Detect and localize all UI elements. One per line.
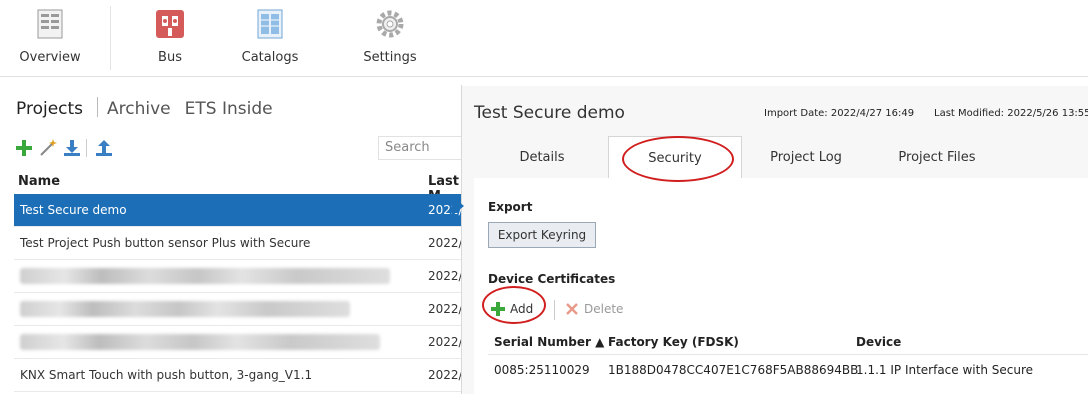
tab-projects[interactable]: Projects (16, 99, 83, 119)
tab-separator (97, 97, 99, 117)
device-certificates-title: Device Certificates (488, 272, 616, 286)
panel-divider (0, 76, 1088, 77)
project-date: 2022/ (428, 236, 463, 250)
project-name: Test Project Push button sensor Plus wit… (20, 236, 311, 250)
toolbar-divider (110, 6, 111, 70)
projects-tabs: Projects Archive ETS Inside (16, 97, 287, 119)
certificate-device[interactable]: 1.1.1 IP Interface with Secure (856, 363, 1033, 377)
toolbar-settings-label: Settings (363, 50, 417, 65)
security-tab-content: Export Export Keyring Device Certificate… (474, 178, 1088, 394)
last-modified-value: 2022/5/26 13:55 (1007, 108, 1088, 119)
export-icon[interactable] (94, 138, 114, 158)
import-icon[interactable] (62, 138, 82, 158)
project-name: Test Secure demo (20, 203, 127, 217)
project-date: 2022/ (428, 269, 463, 283)
toolbar-separator (554, 300, 555, 320)
project-details-panel: Test Secure demo Import Date: 2022/4/27 … (462, 86, 1088, 394)
settings-gear-icon (376, 10, 404, 38)
project-row[interactable]: 2022/ (14, 326, 463, 359)
annotation-circle-security (622, 136, 734, 182)
project-row[interactable]: Test Secure demo 2022/ (14, 194, 463, 227)
overview-icon (37, 9, 63, 39)
column-header-device[interactable]: Device (856, 335, 901, 349)
bus-icon (156, 10, 184, 38)
details-tabs: Details Security Project Log Project Fil… (462, 136, 1088, 178)
certificate-serial[interactable]: 0085:25110029 (494, 363, 590, 377)
tab-archive[interactable]: Archive (107, 99, 171, 119)
column-header-serial-number[interactable]: Serial Number ▲ (494, 335, 604, 349)
toolbar-overview-label: Overview (19, 50, 81, 65)
main-toolbar: Overview Bus Catalogs Settings (0, 0, 1088, 76)
add-project-icon[interactable] (14, 138, 34, 158)
catalogs-icon (257, 9, 283, 39)
toolbar-bus-label: Bus (158, 50, 182, 65)
projects-list: Test Secure demo 2022/ Test Project Push… (14, 194, 463, 392)
project-date: 2022/ (428, 335, 463, 349)
column-header-name[interactable]: Name (18, 174, 60, 189)
last-modified-label: Last Modified: (934, 108, 1005, 119)
wizard-icon[interactable] (38, 138, 58, 158)
tab-ets-inside[interactable]: ETS Inside (185, 99, 273, 119)
delete-icon (566, 303, 578, 315)
search-input[interactable]: Search (378, 136, 468, 160)
project-row[interactable]: 2022/ (14, 260, 463, 293)
ets-window: Overview Bus Catalogs Settings Projects … (0, 0, 1088, 394)
project-date: 2022/ (428, 302, 463, 316)
export-keyring-button[interactable]: Export Keyring (488, 222, 596, 248)
toolbar-catalogs-button[interactable]: Catalogs (230, 0, 310, 76)
project-title: Test Secure demo (474, 103, 625, 123)
import-date-value: 2022/4/27 16:49 (830, 108, 915, 119)
table-header-divider (488, 354, 1088, 355)
toolbar-settings-button[interactable]: Settings (350, 0, 430, 76)
delete-label: Delete (584, 302, 624, 316)
annotation-circle-add (482, 286, 546, 324)
project-row[interactable]: Test Project Push button sensor Plus wit… (14, 227, 463, 260)
redacted-project-name (20, 301, 350, 317)
selection-pointer-icon (452, 196, 464, 216)
tab-project-files[interactable]: Project Files (872, 136, 1002, 178)
toolbar-bus-button[interactable]: Bus (130, 0, 210, 76)
certificate-fdsk[interactable]: 1B188D0478CC407E1C768F5AB88694BB (608, 363, 858, 377)
project-row[interactable]: 2022/ (14, 293, 463, 326)
redacted-project-name (20, 334, 380, 350)
project-date: 2022/ (428, 368, 463, 382)
project-row[interactable]: KNX Smart Touch with push button, 3-gang… (14, 359, 463, 392)
action-separator (86, 139, 87, 157)
last-modified: Last Modified: 2022/5/26 13:55 (934, 108, 1088, 119)
project-name: KNX Smart Touch with push button, 3-gang… (20, 368, 313, 382)
tab-project-log[interactable]: Project Log (746, 136, 866, 178)
redacted-project-name (20, 268, 390, 284)
tab-details[interactable]: Details (482, 136, 602, 178)
toolbar-catalogs-label: Catalogs (241, 50, 299, 65)
export-section-title: Export (488, 200, 533, 214)
import-date-label: Import Date: (764, 108, 828, 119)
import-date: Import Date: 2022/4/27 16:49 (764, 108, 914, 119)
column-header-factory-key[interactable]: Factory Key (FDSK) (608, 335, 739, 349)
projects-panel: Projects Archive ETS Inside Search Name La… (0, 76, 1088, 394)
toolbar-overview-button[interactable]: Overview (0, 0, 100, 76)
